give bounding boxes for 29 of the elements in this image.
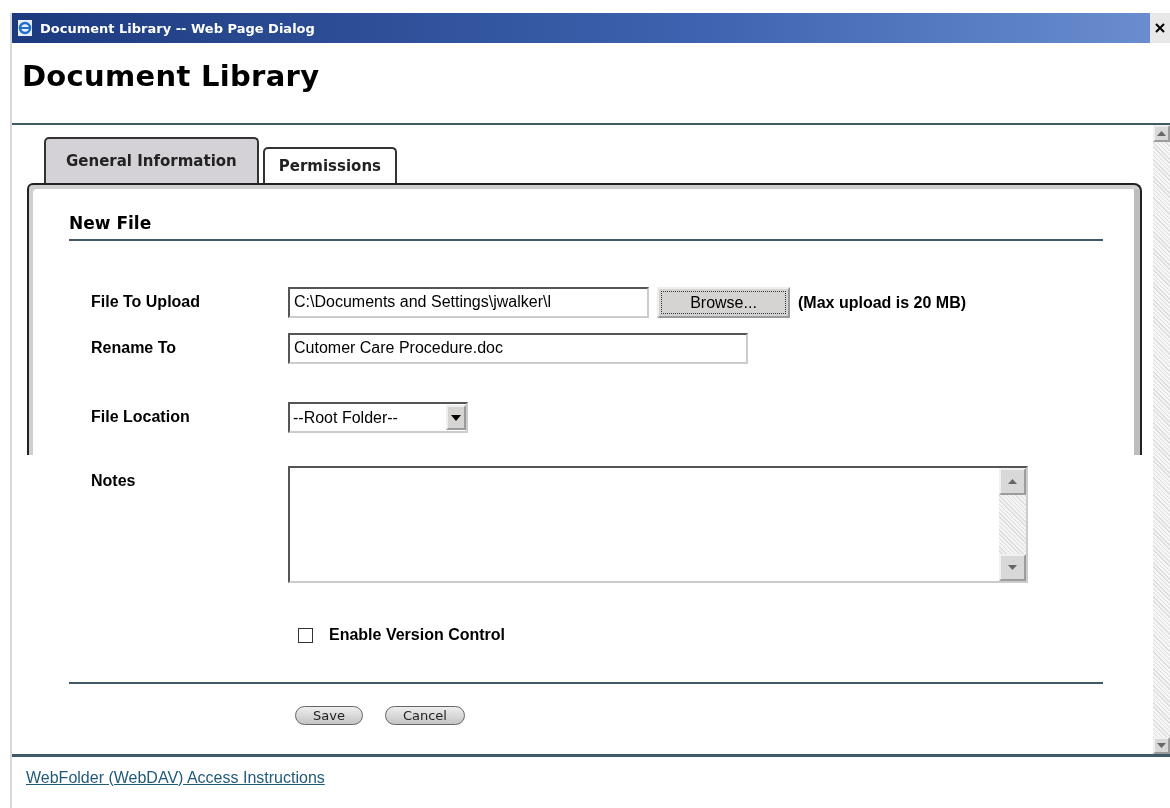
scroll-down-icon bbox=[1008, 565, 1017, 570]
scroll-up-icon bbox=[1157, 131, 1166, 136]
checkbox[interactable] bbox=[298, 627, 313, 643]
rename-field[interactable]: Cutomer Care Procedure.doc bbox=[288, 333, 748, 364]
notes-field[interactable] bbox=[288, 466, 1028, 583]
browse-button[interactable]: Browse... bbox=[657, 287, 790, 318]
window-title: Document Library -- Web Page Dialog bbox=[40, 20, 316, 36]
location-dropdown[interactable]: --Root Folder-- bbox=[288, 402, 468, 433]
field-label: Rename To bbox=[91, 338, 178, 357]
scrollbar[interactable] bbox=[1153, 125, 1170, 754]
checkbox-label: Enable Version Control bbox=[329, 626, 506, 644]
save-button[interactable]: Save bbox=[295, 706, 363, 725]
upload-limit-note: (Max upload is 20 MB) bbox=[798, 293, 967, 312]
close-button[interactable] bbox=[1150, 13, 1170, 43]
file-path-field[interactable]: C:\Documents and Settings\jwalker\l bbox=[288, 287, 649, 318]
browser-icon bbox=[16, 19, 34, 37]
dropdown-arrow-icon bbox=[451, 414, 461, 421]
webdav-instructions-link[interactable]: WebFolder (WebDAV) Access Instructions bbox=[26, 769, 325, 786]
section-title: New File bbox=[69, 213, 1103, 241]
scroll-down-icon bbox=[1157, 743, 1166, 748]
field-label: File Location bbox=[91, 407, 191, 426]
close-icon bbox=[1155, 23, 1165, 33]
tab[interactable]: Permissions bbox=[262, 147, 397, 183]
page-heading: Document Library bbox=[12, 43, 1170, 125]
field-label: File To Upload bbox=[91, 292, 202, 311]
cancel-button[interactable]: Cancel bbox=[384, 706, 465, 725]
field-label: Notes bbox=[91, 471, 137, 490]
tab[interactable]: General Information bbox=[44, 137, 259, 183]
scroll-up-icon bbox=[1008, 479, 1017, 484]
